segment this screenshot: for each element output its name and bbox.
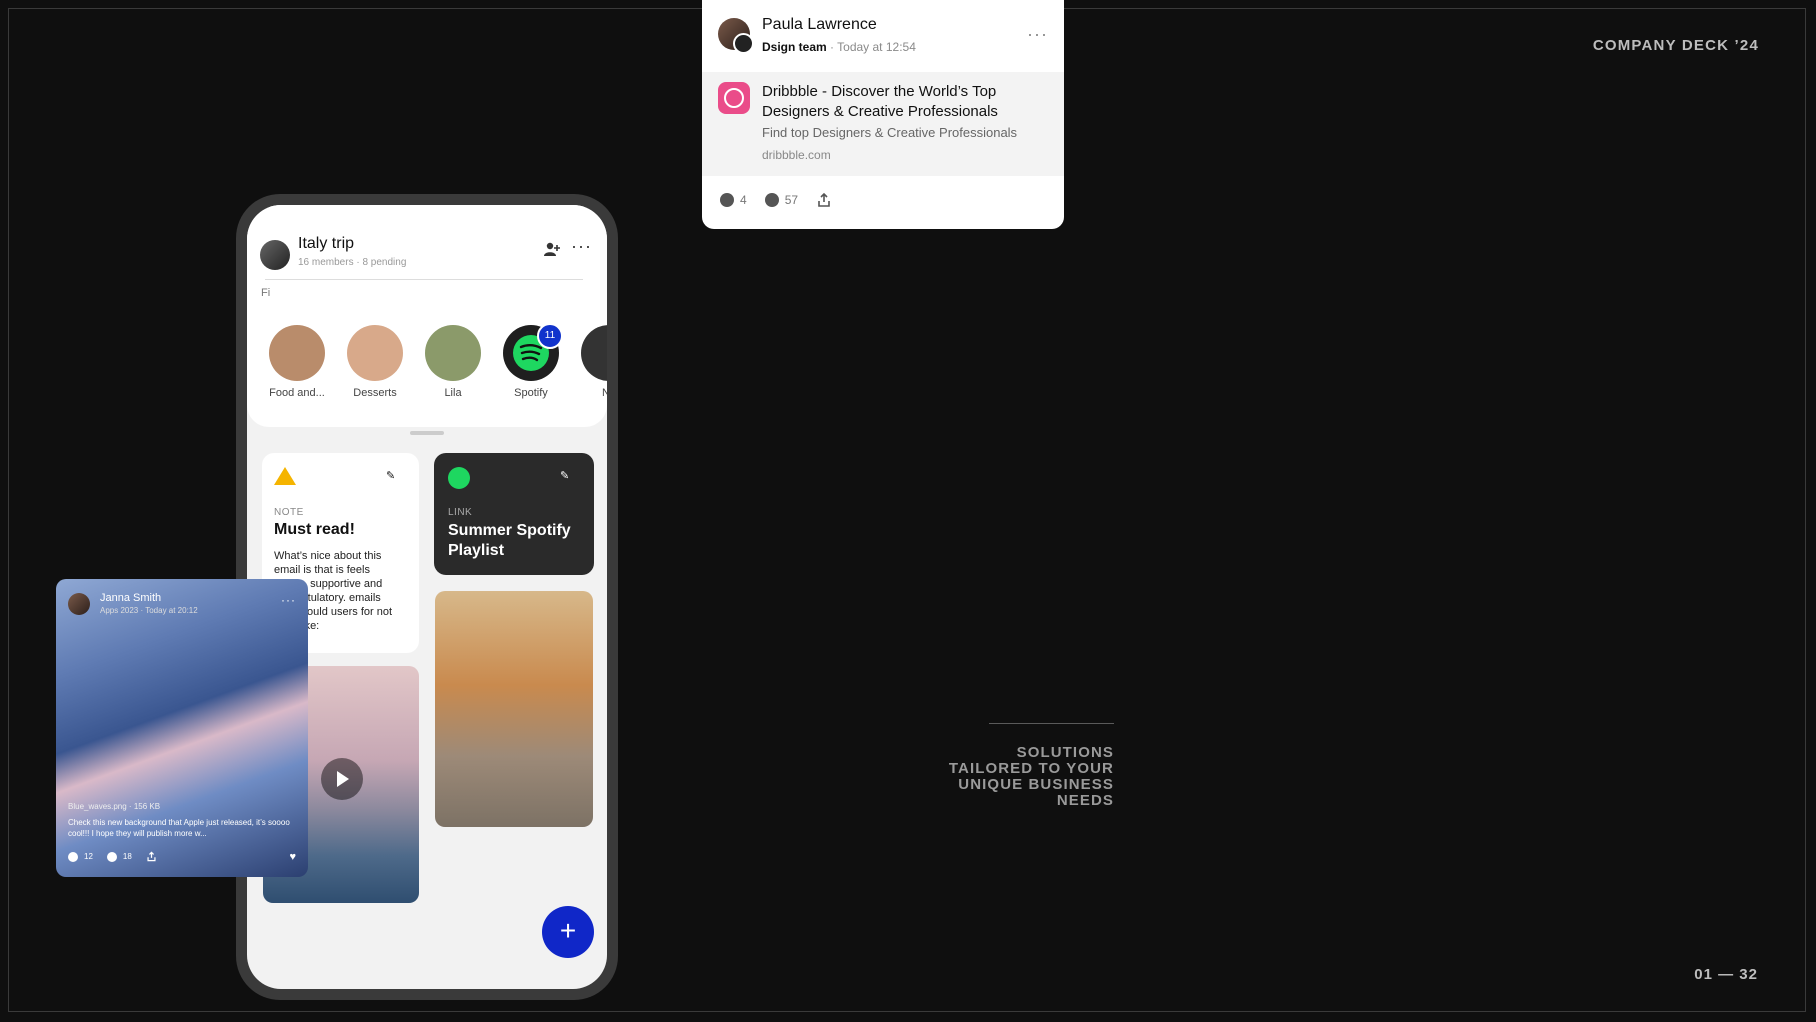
story-item[interactable]: 11 Spotify <box>503 323 563 399</box>
story-avatar <box>269 325 325 381</box>
story-item[interactable]: Food and... <box>269 325 325 399</box>
comment-count: 4 <box>740 193 747 207</box>
comment-count: 12 <box>84 852 93 861</box>
story-label: Ne <box>601 387 607 399</box>
tag-icon <box>764 193 779 207</box>
story-label: Desserts <box>353 387 397 399</box>
heart-icon[interactable]: ♥ <box>289 851 296 863</box>
page-number: 01 — 32 <box>1694 966 1758 983</box>
post-message: Check this new background that Apple jus… <box>68 818 290 838</box>
comment-button[interactable]: 12 <box>68 851 93 862</box>
group-header: Italy trip 16 members · 8 pending ··· Fi… <box>247 205 607 427</box>
link-description: Find top Designers & Creative Profession… <box>762 125 1018 140</box>
warning-icon <box>274 467 296 485</box>
story-avatar <box>425 325 481 381</box>
group-subtitle: 16 members · 8 pending <box>298 257 407 268</box>
edit-pencil-icon[interactable]: ✎ <box>560 469 569 482</box>
more-options-icon[interactable]: ··· <box>1027 24 1048 45</box>
post-actions: 4 57 <box>720 192 832 208</box>
link-card[interactable]: ✎ LINK Summer Spotify Playlist <box>434 453 594 575</box>
story-list: Food and... Desserts Lila 11 Spotify Ne <box>269 323 607 399</box>
story-label: Spotify <box>514 387 548 399</box>
edit-pencil-icon[interactable]: ✎ <box>386 469 395 482</box>
more-options-icon[interactable]: ··· <box>281 593 296 607</box>
group-title[interactable]: Italy trip <box>298 235 354 253</box>
post-meta: Apps 2023 · Today at 20:12 <box>100 606 198 615</box>
tagline: SOLUTIONS TAILORED TO YOUR UNIQUE BUSINE… <box>940 745 1114 809</box>
add-user-icon[interactable] <box>543 241 561 257</box>
story-label: Food and... <box>269 387 325 399</box>
post-header: Paula Lawrence Dsign team · Today at 12:… <box>718 16 1048 56</box>
deck-title: COMPANY DECK ’24 <box>1592 37 1759 54</box>
note-title: Must read! <box>274 521 355 538</box>
more-options-icon[interactable]: ··· <box>571 236 592 257</box>
story-item[interactable]: Desserts <box>347 325 403 399</box>
file-info: Blue_waves.png · 156 KB <box>68 802 161 811</box>
tagline-line: TAILORED TO YOUR <box>948 760 1114 777</box>
team-name[interactable]: Dsign team <box>762 40 827 54</box>
post-meta: Dsign team · Today at 12:54 <box>762 40 916 54</box>
tagline-line: UNIQUE BUSINESS <box>958 776 1114 793</box>
author-avatar[interactable] <box>718 18 754 54</box>
link-title[interactable]: Dribbble - Discover the World’s Top Desi… <box>762 82 1042 122</box>
truncated-label: Fi <box>261 287 271 299</box>
story-avatar <box>347 325 403 381</box>
tagline-line: NEEDS <box>1056 792 1114 809</box>
tag-button[interactable]: 18 <box>106 851 132 862</box>
spotify-logo-icon: 11 <box>503 323 563 381</box>
story-item[interactable]: Lila <box>425 325 481 399</box>
comment-button[interactable]: 4 <box>720 193 747 207</box>
divider <box>265 279 583 280</box>
media-post-card[interactable]: Janna Smith Apps 2023 · Today at 20:12 ·… <box>56 579 308 877</box>
team-avatar <box>733 33 754 54</box>
story-label: Lila <box>444 387 462 399</box>
add-fab-button[interactable]: + <box>542 906 594 958</box>
link-preview[interactable]: Dribbble - Discover the World’s Top Desi… <box>702 72 1064 176</box>
group-avatar[interactable] <box>260 240 290 270</box>
share-button[interactable] <box>816 192 832 208</box>
spotify-logo-icon <box>448 467 470 489</box>
story-item[interactable]: Ne <box>581 325 607 399</box>
share-icon <box>818 192 830 207</box>
post-time: · Today at 12:54 <box>830 40 916 54</box>
tagline-divider <box>989 723 1114 724</box>
tag-count: 57 <box>784 193 799 207</box>
author-avatar[interactable] <box>68 593 90 615</box>
story-avatar <box>581 325 607 381</box>
tag-count: 18 <box>122 852 132 861</box>
link-url[interactable]: dribbble.com <box>762 148 831 162</box>
notification-badge: 11 <box>537 323 563 349</box>
post-card[interactable]: Paula Lawrence Dsign team · Today at 12:… <box>702 0 1064 229</box>
comment-icon <box>720 193 734 207</box>
dribbble-logo-icon <box>718 82 750 114</box>
author-name[interactable]: Paula Lawrence <box>762 16 877 34</box>
drag-handle[interactable] <box>410 431 444 435</box>
comment-icon <box>68 851 78 862</box>
link-tag: LINK <box>448 507 473 518</box>
street-photo[interactable] <box>435 591 593 827</box>
author-name[interactable]: Janna Smith <box>100 592 161 604</box>
share-icon <box>147 851 156 862</box>
link-title: Summer Spotify Playlist <box>448 522 571 559</box>
post-actions: 12 18 <box>68 851 157 862</box>
play-icon[interactable] <box>321 758 363 800</box>
tag-icon <box>106 851 117 862</box>
tag-button[interactable]: 57 <box>764 193 799 207</box>
share-button[interactable] <box>146 851 157 862</box>
note-tag: NOTE <box>274 507 304 518</box>
tagline-line: SOLUTIONS <box>1016 744 1114 761</box>
